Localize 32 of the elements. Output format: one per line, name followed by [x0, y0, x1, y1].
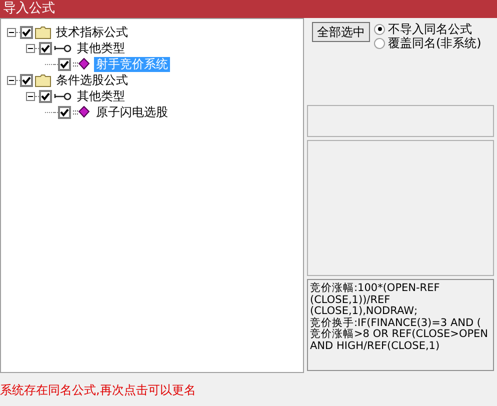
collapse-toggle-icon[interactable] [7, 76, 16, 84]
collapse-toggle-icon[interactable] [26, 44, 35, 52]
tree-item[interactable]: 原子闪电选股 [94, 104, 170, 120]
tree-item[interactable]: 条件选股公式 [54, 72, 130, 88]
formula-line: 竞价换手:IF(FINANCE(3)=3 AND ( [310, 318, 482, 328]
formula-line: AND HIGH/REF(CLOSE,1) [310, 340, 441, 352]
formula-line: 竞价涨幅>8 OR REF(CLOSE>OPEN [310, 329, 490, 340]
diamond-icon [73, 106, 91, 118]
select-all-button[interactable]: 全部选中 [312, 22, 370, 42]
checkbox[interactable] [58, 58, 71, 70]
collapse-toggle-icon[interactable] [26, 92, 35, 100]
tree-item[interactable]: 其他类型 [75, 88, 127, 104]
radio-button[interactable] [374, 38, 385, 48]
diamond-icon [73, 58, 91, 70]
checkbox[interactable] [20, 74, 33, 86]
status-message: 系统存在同名公式,再次点击可以更名 [0, 382, 196, 399]
checkbox[interactable] [39, 42, 52, 54]
tree-item[interactable]: 其他类型 [75, 40, 127, 56]
checkbox[interactable] [20, 26, 33, 38]
tree-item[interactable]: 技术指标公式 [54, 24, 130, 40]
folder-icon [35, 74, 51, 86]
checkbox[interactable] [39, 90, 52, 102]
checkbox[interactable] [58, 106, 71, 118]
formula-line: 竞价涨幅:100*(OPEN-REF [310, 283, 441, 294]
window-title: 导入公式 [3, 0, 55, 18]
folder-icon [35, 26, 51, 38]
collapse-toggle-icon[interactable] [7, 28, 16, 36]
radio-button[interactable] [374, 24, 385, 34]
key-icon [54, 92, 72, 100]
formula-line: (CLOSE,1),NODRAW; [310, 306, 419, 317]
key-icon [54, 44, 72, 52]
formula-line: (CLOSE,1))/REF [310, 294, 392, 306]
